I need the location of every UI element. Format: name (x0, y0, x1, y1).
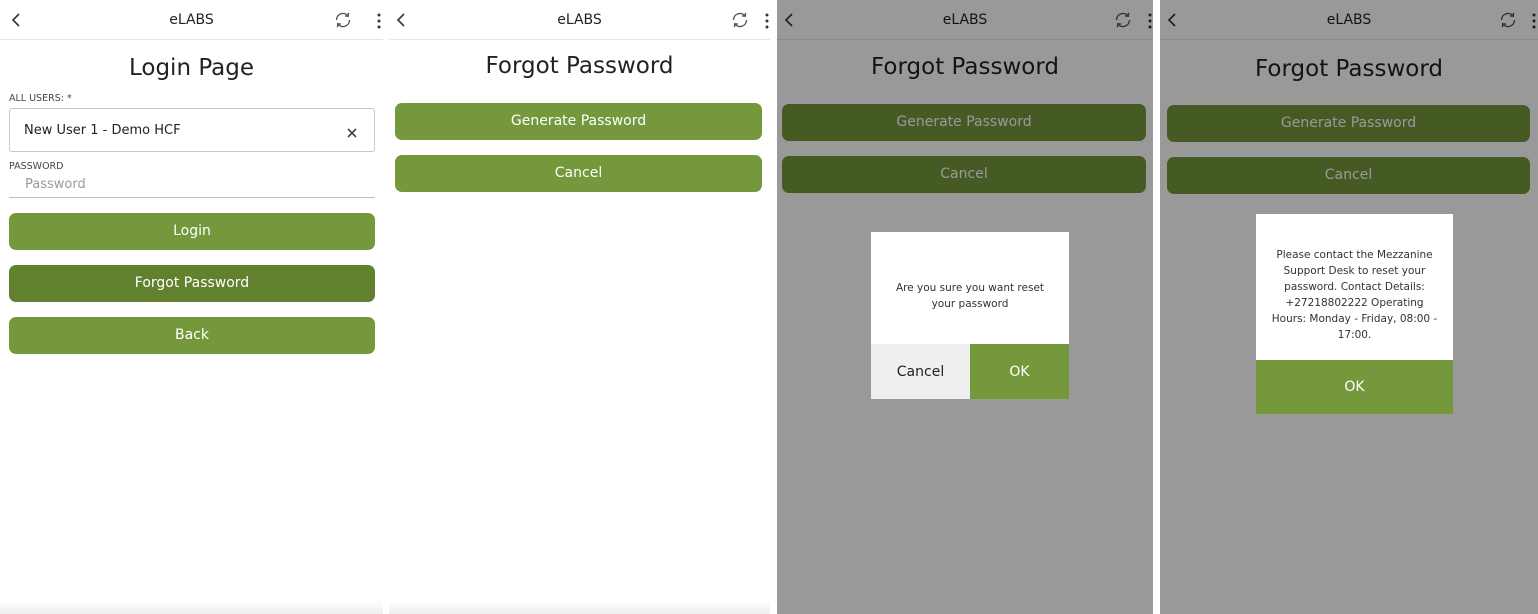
dialog-message: Please contact the Mezzanine Support Des… (1271, 249, 1438, 341)
sync-icon[interactable] (730, 10, 750, 30)
confirm-dialog: Are you sure you want reset your passwor… (871, 232, 1069, 399)
page-title: Login Page (128, 55, 255, 81)
login-screen: eLABS Login Page ALL USERS: * New User 1… (0, 0, 383, 614)
forgot-password-screen: eLABS Forgot Password Generate Password … (389, 0, 770, 614)
app-title: eLABS (557, 12, 602, 28)
all-users-label: ALL USERS: * (9, 93, 72, 104)
app-title: eLABS (169, 12, 214, 28)
top-bar: eLABS (389, 0, 770, 40)
dialog-ok-button[interactable]: OK (1256, 360, 1453, 414)
generate-password-button[interactable]: Generate Password (395, 103, 762, 140)
contact-support-dialog: Please contact the Mezzanine Support Des… (1256, 214, 1453, 414)
dialog-ok-button[interactable]: OK (970, 344, 1069, 399)
bottom-bar (0, 600, 383, 614)
more-vertical-icon[interactable] (764, 12, 770, 30)
dialog-message: Are you sure you want reset your passwor… (895, 282, 1045, 310)
contact-support-screen: eLABS Forgot Password Generate Password … (1160, 0, 1538, 614)
login-button[interactable]: Login (9, 213, 375, 250)
back-button[interactable]: Back (9, 317, 375, 354)
page-title: Forgot Password (485, 53, 674, 79)
user-select[interactable]: New User 1 - Demo HCF (9, 108, 375, 152)
close-icon[interactable] (346, 124, 358, 138)
more-vertical-icon[interactable] (376, 12, 382, 30)
sync-icon[interactable] (333, 10, 353, 30)
dialog-cancel-button[interactable]: Cancel (871, 344, 970, 399)
forgot-password-button[interactable]: Forgot Password (9, 265, 375, 302)
cancel-button[interactable]: Cancel (395, 155, 762, 192)
confirm-reset-screen: eLABS Forgot Password Generate Password … (777, 0, 1153, 614)
bottom-bar (389, 600, 770, 614)
top-bar: eLABS (0, 0, 383, 40)
selected-user: New User 1 - Demo HCF (24, 123, 181, 138)
password-input[interactable] (9, 171, 375, 198)
